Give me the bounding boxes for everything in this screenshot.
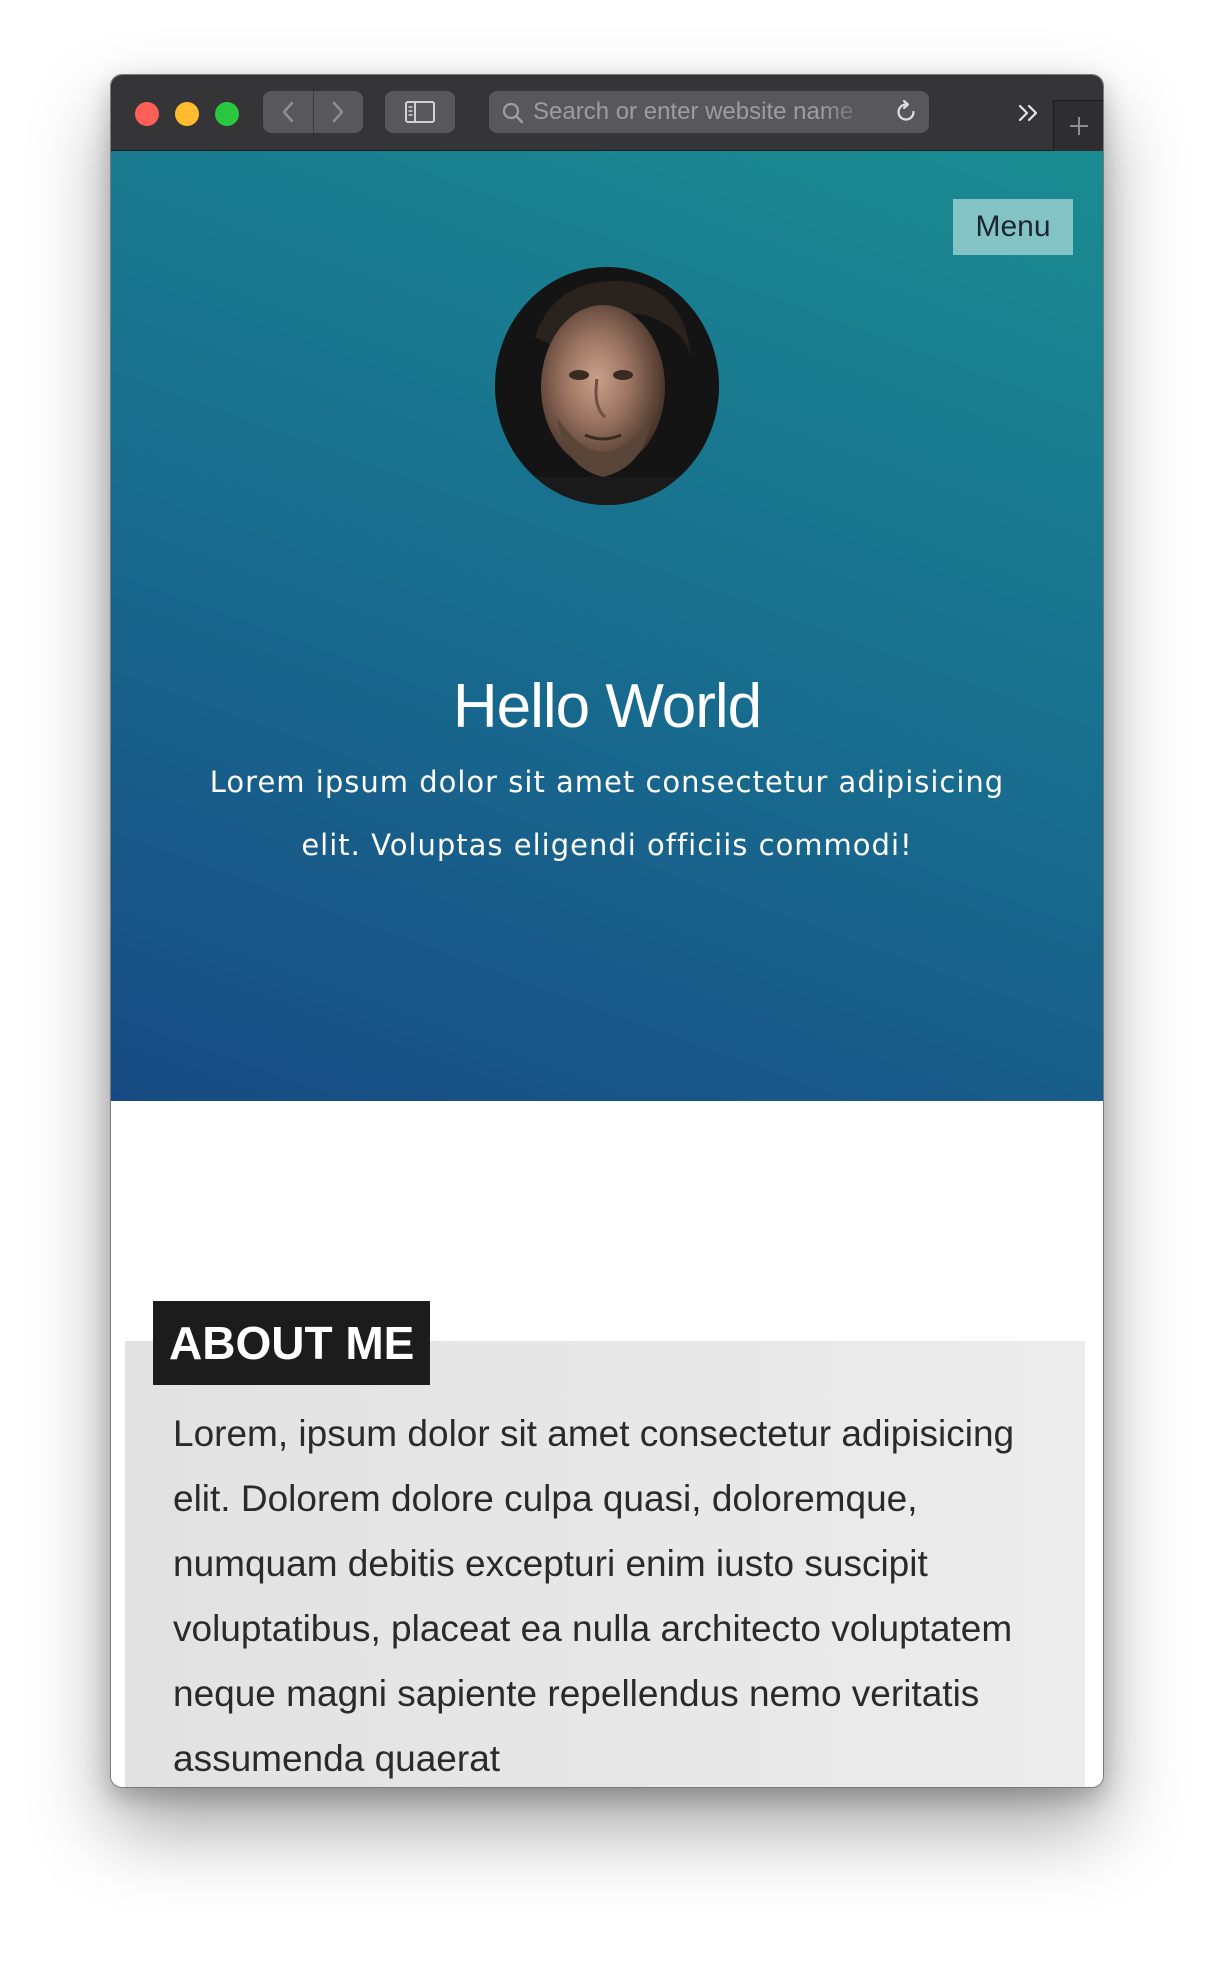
double-chevron-right-icon — [1018, 104, 1038, 122]
toolbar-overflow-button[interactable] — [1009, 93, 1049, 133]
search-icon — [502, 102, 524, 124]
menu-button[interactable]: Menu — [953, 199, 1073, 255]
about-text: Lorem, ipsum dolor sit amet consectetur … — [173, 1413, 1015, 1779]
forward-button[interactable] — [312, 91, 364, 133]
plus-icon — [1070, 117, 1088, 135]
address-bar — [489, 91, 929, 133]
hero-title: Hello World — [452, 672, 762, 741]
sidebar-icon — [405, 101, 435, 123]
address-input[interactable] — [533, 95, 873, 129]
portrait-image — [495, 267, 719, 505]
sidebar-toggle-button[interactable] — [385, 91, 455, 133]
browser-toolbar — [111, 75, 1103, 151]
browser-window: Menu — [110, 74, 1104, 1788]
chevron-right-icon — [333, 101, 344, 123]
about-heading: ABOUT ME — [153, 1301, 431, 1385]
page-viewport: Menu Hello World Lorem ipsum dolor sit a… — [111, 151, 1103, 1787]
reload-icon[interactable] — [893, 99, 919, 125]
zoom-window-button[interactable] — [215, 102, 239, 126]
hero-text: Lorem ipsum dolor sit amet consectetur a… — [209, 765, 1005, 862]
close-window-button[interactable] — [135, 102, 159, 126]
minimize-window-button[interactable] — [175, 102, 199, 126]
avatar — [495, 267, 719, 505]
navigation-buttons — [263, 91, 363, 133]
back-button[interactable] — [263, 91, 313, 133]
new-tab-button[interactable] — [1053, 100, 1103, 151]
hero-section: Menu Hello World Lorem ipsum dolor sit a… — [111, 151, 1103, 1101]
chevron-left-icon — [282, 101, 293, 123]
